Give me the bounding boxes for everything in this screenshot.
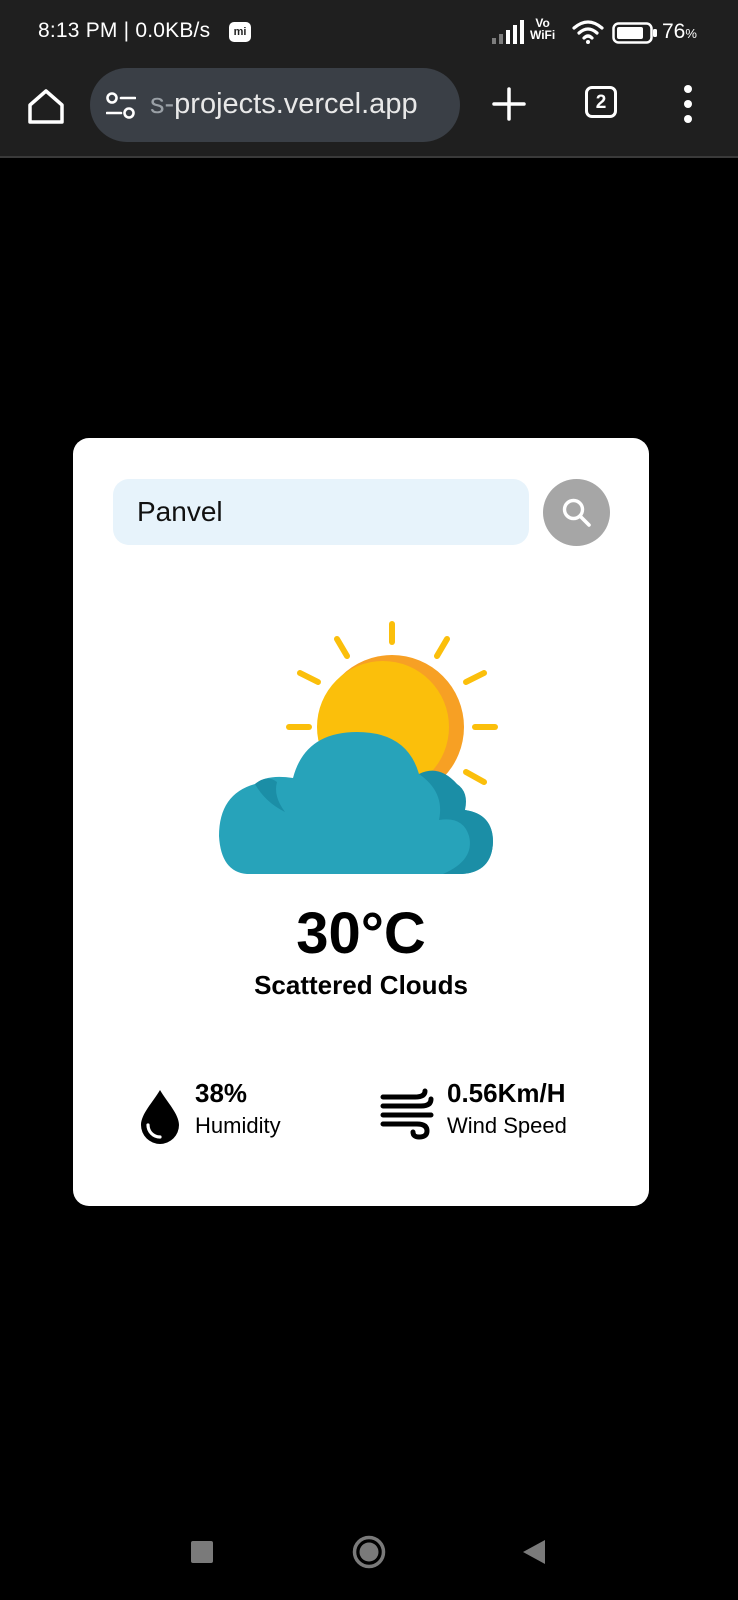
system-nav-bar: [0, 1520, 738, 1600]
tune-icon[interactable]: [106, 92, 136, 120]
battery-percent: 76%: [662, 20, 697, 44]
url-prefix: s-: [150, 88, 175, 120]
wind-stat: 0.56Km/H Wind Speed: [379, 1078, 619, 1148]
humidity-value: 38%: [195, 1078, 248, 1108]
battery-level: 76: [662, 20, 686, 43]
search-icon: [562, 498, 591, 527]
battery-unit: %: [685, 26, 697, 41]
more-vert-icon[interactable]: [680, 82, 696, 126]
back-icon[interactable]: [521, 1538, 547, 1566]
vowifi-bottom: WiFi: [530, 28, 556, 42]
wind-icon: [380, 1088, 434, 1140]
humidity-label: Humidity: [195, 1113, 281, 1138]
wifi-icon: [572, 20, 604, 44]
signal-icon: [492, 20, 524, 44]
browser-toolbar: s-projects.vercel.app 2: [0, 64, 738, 158]
screen: 8:13 PM | 0.0KB/s mi Vo WiFi 76% s-proje…: [0, 0, 738, 1600]
url-text[interactable]: s-projects.vercel.app: [150, 88, 418, 121]
temperature: 30°C: [296, 901, 426, 966]
vowifi-indicator: Vo WiFi: [530, 17, 555, 41]
home-circle-icon[interactable]: [352, 1535, 386, 1569]
wind-value: 0.56Km/H: [447, 1078, 566, 1108]
status-indicators: Vo WiFi 76%: [468, 0, 738, 64]
status-time: 8:13 PM | 0.0KB/s: [38, 19, 211, 42]
plus-icon[interactable]: [489, 84, 529, 124]
mi-badge-icon: mi: [229, 22, 251, 42]
home-icon[interactable]: [24, 84, 68, 128]
battery-icon: [612, 22, 657, 44]
search-button[interactable]: [543, 479, 610, 546]
humidity-drop-icon: [141, 1090, 179, 1144]
wind-label: Wind Speed: [447, 1113, 567, 1138]
address-bar[interactable]: s-projects.vercel.app: [90, 68, 460, 142]
recent-apps-icon[interactable]: [191, 1541, 213, 1563]
url-domain: projects.vercel.app: [174, 88, 418, 120]
status-bar: 8:13 PM | 0.0KB/s mi Vo WiFi 76%: [0, 0, 738, 64]
weather-card: 30°C Scattered Clouds 38% Humidity 0.56K…: [73, 438, 649, 1206]
tab-switcher-button[interactable]: 2: [585, 86, 617, 118]
city-search-input[interactable]: [113, 479, 529, 545]
weather-description: Scattered Clouds: [254, 970, 468, 1000]
sun-behind-cloud-icon: [219, 621, 498, 874]
humidity-stat: 38% Humidity: [139, 1078, 339, 1148]
